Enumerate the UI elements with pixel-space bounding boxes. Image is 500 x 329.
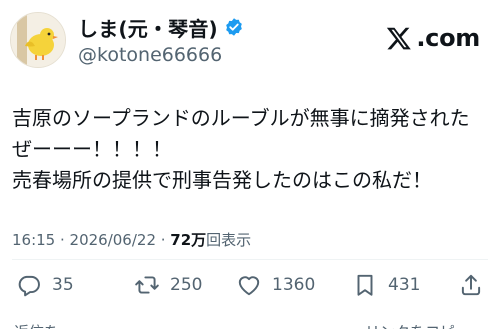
bookmark-button[interactable]: 431 [352, 269, 420, 301]
reply-icon [18, 275, 40, 297]
repost-count: 250 [170, 275, 203, 295]
tweet-line-2: 売春場所の提供で刑事告発したのはこの私だ！ [12, 168, 432, 192]
views-count: 72万 [170, 231, 207, 249]
brand-domain-text: .com [416, 24, 480, 52]
share-button[interactable] [458, 269, 484, 301]
divider [12, 259, 488, 260]
timestamp[interactable]: 16:15 · 2026/06/22 · [12, 231, 170, 249]
share-icon [461, 274, 481, 296]
verified-badge-icon [224, 17, 244, 37]
bookmark-count: 431 [388, 275, 421, 295]
display-name[interactable]: しま(元・琴音) [78, 13, 218, 42]
bird-plush-avatar-icon [11, 13, 65, 67]
tweet-line-1b: ぜーーー！！！！ [12, 137, 172, 161]
avatar[interactable] [10, 12, 66, 68]
repost-button[interactable]: 250 [134, 269, 202, 301]
footer-left-label[interactable]: 返信を [14, 321, 59, 329]
footer-right-label[interactable]: リンクをコピー [365, 321, 470, 329]
x-brand: .com [386, 24, 480, 52]
action-bar: 35 250 1360 431 [12, 269, 488, 301]
tweet-text: 吉原のソープランドのルーブルが無事に摘発された ぜーーー！！！！ 売春場所の提供… [12, 103, 494, 196]
bookmark-icon [357, 274, 373, 296]
like-button[interactable]: 1360 [236, 269, 315, 301]
reply-count: 35 [52, 275, 74, 295]
repost-icon [135, 276, 159, 294]
tweet-card: しま(元・琴音) @kotone66666 .com 吉原のソープランドのルーブ… [0, 0, 500, 329]
reply-button[interactable]: 35 [16, 269, 74, 301]
heart-icon [238, 276, 260, 296]
footer-cutoff: 返信を リンクをコピー [0, 318, 500, 329]
like-count: 1360 [272, 275, 316, 295]
x-logo-icon [387, 27, 412, 50]
author-handle[interactable]: @kotone66666 [78, 44, 222, 66]
tweet-line-1a: 吉原のソープランドのルーブルが無事に摘発された [12, 106, 470, 130]
author-name-row: しま(元・琴音) [78, 13, 244, 42]
views-label: 回表示 [206, 231, 252, 249]
tweet-meta: 16:15 · 2026/06/22 · 72万回表示 [12, 229, 251, 250]
